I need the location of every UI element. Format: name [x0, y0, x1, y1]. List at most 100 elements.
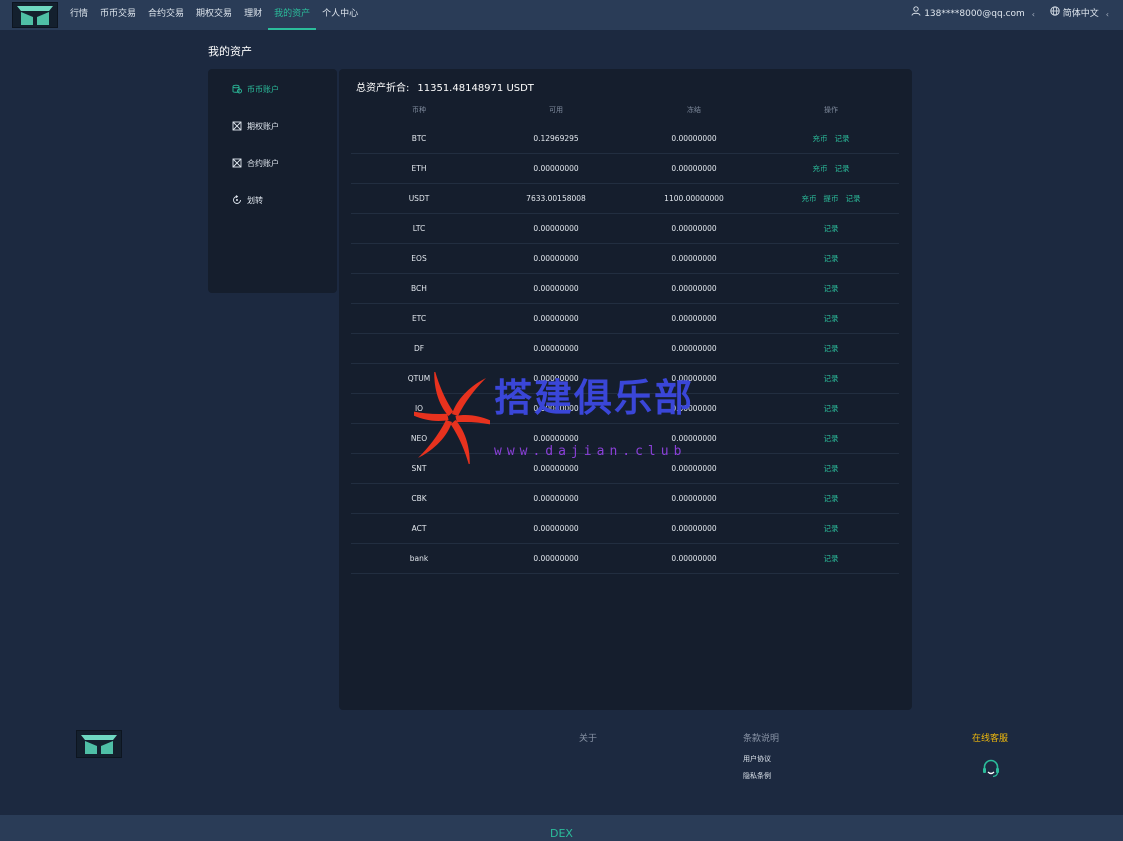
user-email: 138****8000@qq.com [924, 9, 1025, 19]
watermark: 搭建俱乐部 www.dajian.club [400, 368, 714, 468]
sidebar-item-spot-account[interactable]: 币币账户 [232, 82, 279, 96]
frozen-cell: 0.00000000 [671, 224, 717, 233]
actions-cell: 充币 提币 记录 [763, 193, 899, 204]
available-cell: 7633.00158008 [526, 194, 586, 203]
records-link[interactable]: 记录 [824, 343, 839, 354]
actions-cell: 记录 [763, 553, 899, 564]
frozen-cell: 0.00000000 [671, 524, 717, 533]
nav-options-trading[interactable]: 期权交易 [190, 0, 238, 30]
records-link[interactable]: 记录 [824, 433, 839, 444]
records-link[interactable]: 记录 [824, 523, 839, 534]
nav-contract-trading[interactable]: 合约交易 [142, 0, 190, 30]
coin-cell: LTC [412, 224, 426, 233]
footer-link-user-agreement[interactable]: 用户协议 [743, 754, 771, 764]
actions-cell: 记录 [763, 403, 899, 414]
site-logo[interactable] [12, 2, 58, 28]
records-link[interactable]: 记录 [824, 373, 839, 384]
actions-cell: 记录 [763, 493, 899, 504]
footer-link-privacy-policy[interactable]: 隐私条例 [743, 771, 771, 781]
available-cell: 0.00000000 [533, 284, 579, 293]
actions-cell: 记录 [763, 313, 899, 324]
records-link[interactable]: 记录 [824, 283, 839, 294]
frozen-cell: 0.00000000 [671, 164, 717, 173]
available-cell: 0.00000000 [533, 164, 579, 173]
language-selector[interactable]: 简体中文 ‹ [1050, 0, 1109, 29]
frozen-cell: 1100.00000000 [664, 194, 724, 203]
records-link[interactable]: 记录 [835, 163, 850, 174]
total-assets-label: 总资产折合: [356, 83, 410, 94]
table-row: CBK 0.00000000 0.00000000 记录 [351, 484, 899, 514]
footer-logo[interactable] [76, 730, 122, 758]
account-sidebar: 币币账户 期权账户 合约账户 划转 [208, 69, 337, 293]
user-icon [911, 0, 921, 29]
headset-icon[interactable] [982, 758, 1000, 782]
language-label: 简体中文 [1062, 9, 1099, 19]
sidebar-item-options-account[interactable]: 期权账户 [232, 119, 279, 133]
table-row: bank 0.00000000 0.00000000 记录 [351, 544, 899, 574]
actions-cell: 记录 [763, 523, 899, 534]
table-header: 币种 可用 冻结 操作 [351, 105, 899, 121]
frozen-cell: 0.00000000 [671, 314, 717, 323]
footer-bottom-bar: DEX [0, 815, 1123, 841]
actions-cell: 记录 [763, 283, 899, 294]
deposit-link[interactable]: 充币 [802, 193, 817, 204]
actions-cell: 记录 [763, 463, 899, 474]
options-icon [232, 121, 242, 131]
watermark-logo-icon [400, 368, 504, 468]
available-cell: 0.00000000 [533, 254, 579, 263]
coin-cell: DF [413, 344, 425, 353]
frozen-cell: 0.00000000 [671, 254, 717, 263]
actions-cell: 充币 记录 [763, 133, 899, 144]
frozen-cell: 0.00000000 [671, 554, 717, 563]
online-service-label[interactable]: 在线客服 [972, 731, 1008, 744]
frozen-cell: 0.00000000 [671, 284, 717, 293]
records-link[interactable]: 记录 [824, 313, 839, 324]
chevron-left-icon: ‹ [1031, 10, 1035, 19]
records-link[interactable]: 记录 [824, 463, 839, 474]
nav-spot-trading[interactable]: 币币交易 [94, 0, 142, 30]
nav-finance[interactable]: 理财 [238, 0, 268, 30]
sidebar-item-label: 期权账户 [247, 121, 279, 131]
records-link[interactable]: 记录 [824, 223, 839, 234]
sidebar-item-contract-account[interactable]: 合约账户 [232, 156, 279, 170]
records-link[interactable]: 记录 [824, 403, 839, 414]
table-row: USDT 7633.00158008 1100.00000000 充币 提币 记录 [351, 184, 899, 214]
watermark-text: 搭建俱乐部 [494, 376, 695, 420]
nav-personal-center[interactable]: 个人中心 [316, 0, 364, 30]
actions-cell: 记录 [763, 373, 899, 384]
actions-cell: 充币 记录 [763, 163, 899, 174]
available-cell: 0.00000000 [533, 494, 579, 503]
watermark-url: www.dajian.club [494, 444, 687, 459]
records-link[interactable]: 记录 [824, 553, 839, 564]
available-cell: 0.00000000 [533, 314, 579, 323]
deposit-link[interactable]: 充币 [813, 163, 828, 174]
chevron-left-icon: ‹ [1105, 10, 1109, 19]
coin-stack-icon [232, 84, 242, 94]
records-link[interactable]: 记录 [824, 253, 839, 264]
sidebar-item-label: 币币账户 [247, 84, 279, 94]
coin-cell: CBK [411, 494, 427, 503]
coin-cell: ETH [411, 164, 427, 173]
records-link[interactable]: 记录 [835, 133, 850, 144]
main-nav: 行情 币币交易 合约交易 期权交易 理财 我的资产 个人中心 [64, 0, 364, 30]
table-row: DF 0.00000000 0.00000000 记录 [351, 334, 899, 364]
records-link[interactable]: 记录 [824, 493, 839, 504]
coin-cell: BTC [411, 134, 427, 143]
asset-table-body: BTC 0.12969295 0.00000000 充币 记录 ETH 0.00000000… [351, 124, 899, 574]
nav-market[interactable]: 行情 [64, 0, 94, 30]
withdraw-link[interactable]: 提币 [824, 193, 839, 204]
footer-bottom-text: DEX [550, 827, 573, 840]
nav-my-assets[interactable]: 我的资产 [268, 0, 317, 30]
table-row: BCH 0.00000000 0.00000000 记录 [351, 274, 899, 304]
coin-cell: USDT [408, 194, 430, 203]
table-row: ETC 0.00000000 0.00000000 记录 [351, 304, 899, 334]
sidebar-item-transfer[interactable]: 划转 [232, 193, 263, 207]
deposit-link[interactable]: 充币 [813, 133, 828, 144]
column-header-actions: 操作 [824, 106, 838, 114]
user-account-menu[interactable]: 138****8000@qq.com ‹ [911, 0, 1035, 29]
records-link[interactable]: 记录 [846, 193, 861, 204]
coin-cell: bank [409, 554, 429, 563]
footer-terms-title: 条款说明 [743, 734, 780, 744]
coin-cell: ACT [411, 524, 427, 533]
footer-about[interactable]: 关于 [579, 731, 597, 744]
